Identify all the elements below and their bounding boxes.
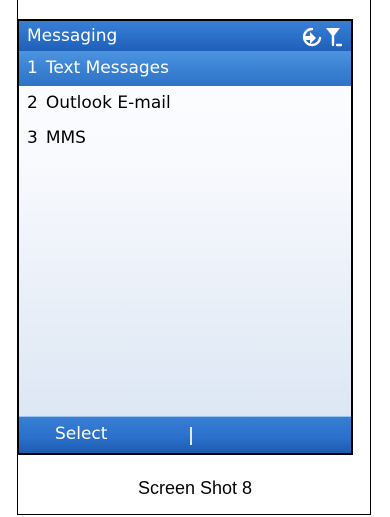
menu-item-label: Text Messages (45, 58, 169, 78)
menu-item-number: 2 (27, 93, 38, 113)
menu-item-outlook-email[interactable]: 2 Outlook E-mail (19, 86, 351, 121)
select-softkey[interactable]: Select (55, 417, 107, 451)
phone-screen: Messaging 1 Text Messages 2 Outlook E-mail… (17, 19, 353, 455)
menu-item-mms[interactable]: 3 MMS (19, 121, 351, 156)
menu-item-label: MMS (45, 128, 86, 148)
figure-caption: Screen Shot 8 (137, 478, 253, 498)
menu-item-number: 1 (27, 58, 38, 78)
sync-icon (302, 27, 322, 47)
status-icons (302, 27, 343, 47)
messaging-menu: 1 Text Messages 2 Outlook E-mail 3 MMS (19, 51, 351, 156)
menu-item-text-messages[interactable]: 1 Text Messages (19, 51, 351, 86)
menu-item-label: Outlook E-mail (45, 93, 171, 113)
menu-item-number: 3 (27, 128, 38, 148)
app-title: Messaging (27, 26, 118, 46)
softkey-bar: Select (19, 416, 351, 453)
title-bar: Messaging (19, 21, 351, 51)
softkey-divider (190, 427, 192, 445)
signal-antenna-icon (326, 28, 343, 47)
